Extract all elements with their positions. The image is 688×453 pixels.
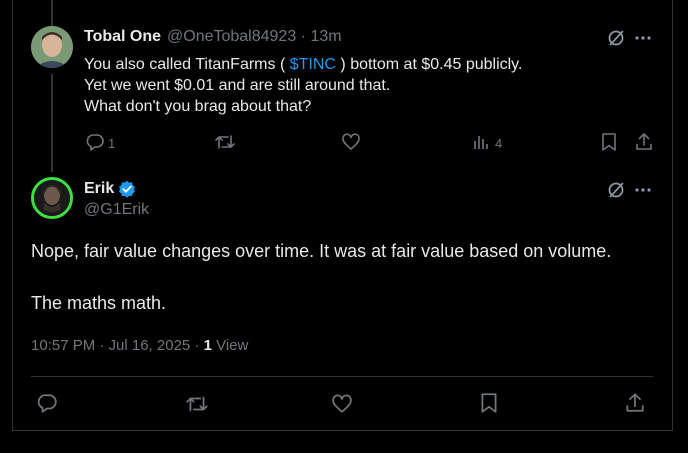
share-icon[interactable] (625, 392, 645, 414)
tweet-timestamp[interactable]: 10:57 PM · Jul 16, 2025 · (31, 337, 204, 354)
reply-author-name[interactable]: Tobal One (84, 28, 161, 46)
main-author-name[interactable]: Erik (84, 180, 114, 198)
retweet-icon[interactable] (214, 132, 236, 152)
reply-line-1: You also called TitanFarms ( $TINC ) bot… (84, 54, 644, 75)
main-paragraph-2: The maths math. (31, 293, 167, 313)
avatar-erik[interactable] (31, 177, 73, 219)
like-icon[interactable] (331, 393, 353, 415)
main-paragraph-1: Nope, fair value changes over time. It w… (31, 241, 612, 261)
main-tweet-body: Nope, fair value changes over time. It w… (31, 238, 651, 316)
verified-badge-icon (119, 180, 135, 198)
avatar-image (34, 180, 70, 216)
share-icon[interactable] (635, 132, 653, 152)
retweet-icon[interactable] (185, 393, 209, 415)
bookmark-icon[interactable] (600, 132, 618, 152)
reply-author-handle[interactable]: @OneTobal84923 · 13m (167, 28, 342, 46)
reply-view-count: 4 (495, 136, 503, 151)
more-icon[interactable] (634, 30, 652, 46)
views-count: 1 (203, 337, 212, 354)
tweet-meta: 10:57 PM · Jul 16, 2025 · 1 View (31, 337, 248, 354)
like-icon[interactable] (341, 132, 361, 152)
cashtag-link[interactable]: $TINC (290, 56, 336, 73)
views-label: View (211, 337, 249, 354)
bookmark-icon[interactable] (479, 392, 499, 414)
reply-line-3: What don't you brag about that? (84, 98, 312, 115)
avatar-tobal-one[interactable] (31, 26, 73, 68)
reply-count: 1 (108, 136, 116, 151)
main-author-handle[interactable]: @G1Erik (84, 201, 149, 219)
divider (31, 376, 653, 377)
more-icon[interactable] (634, 182, 652, 198)
thread-connector-top (51, 0, 53, 28)
reply-text-part: You also called TitanFarms ( (84, 56, 290, 73)
reply-line-2: Yet we went $0.01 and are still around t… (84, 77, 391, 94)
reply-icon[interactable] (85, 132, 105, 152)
reply-body: You also called TitanFarms ( $TINC ) bot… (84, 54, 644, 117)
reply-icon[interactable] (36, 392, 58, 414)
views-icon[interactable] (472, 133, 490, 151)
reply-text-part: ) bottom at $0.45 publicly. (335, 56, 523, 73)
avatar-image (31, 26, 73, 68)
thread-connector (51, 74, 53, 172)
grok-icon[interactable] (606, 180, 626, 200)
grok-icon[interactable] (606, 28, 626, 48)
reply-handle-text: @OneTobal84923 (167, 28, 297, 45)
reply-separator: · (296, 28, 311, 45)
reply-timestamp[interactable]: 13m (310, 28, 341, 45)
